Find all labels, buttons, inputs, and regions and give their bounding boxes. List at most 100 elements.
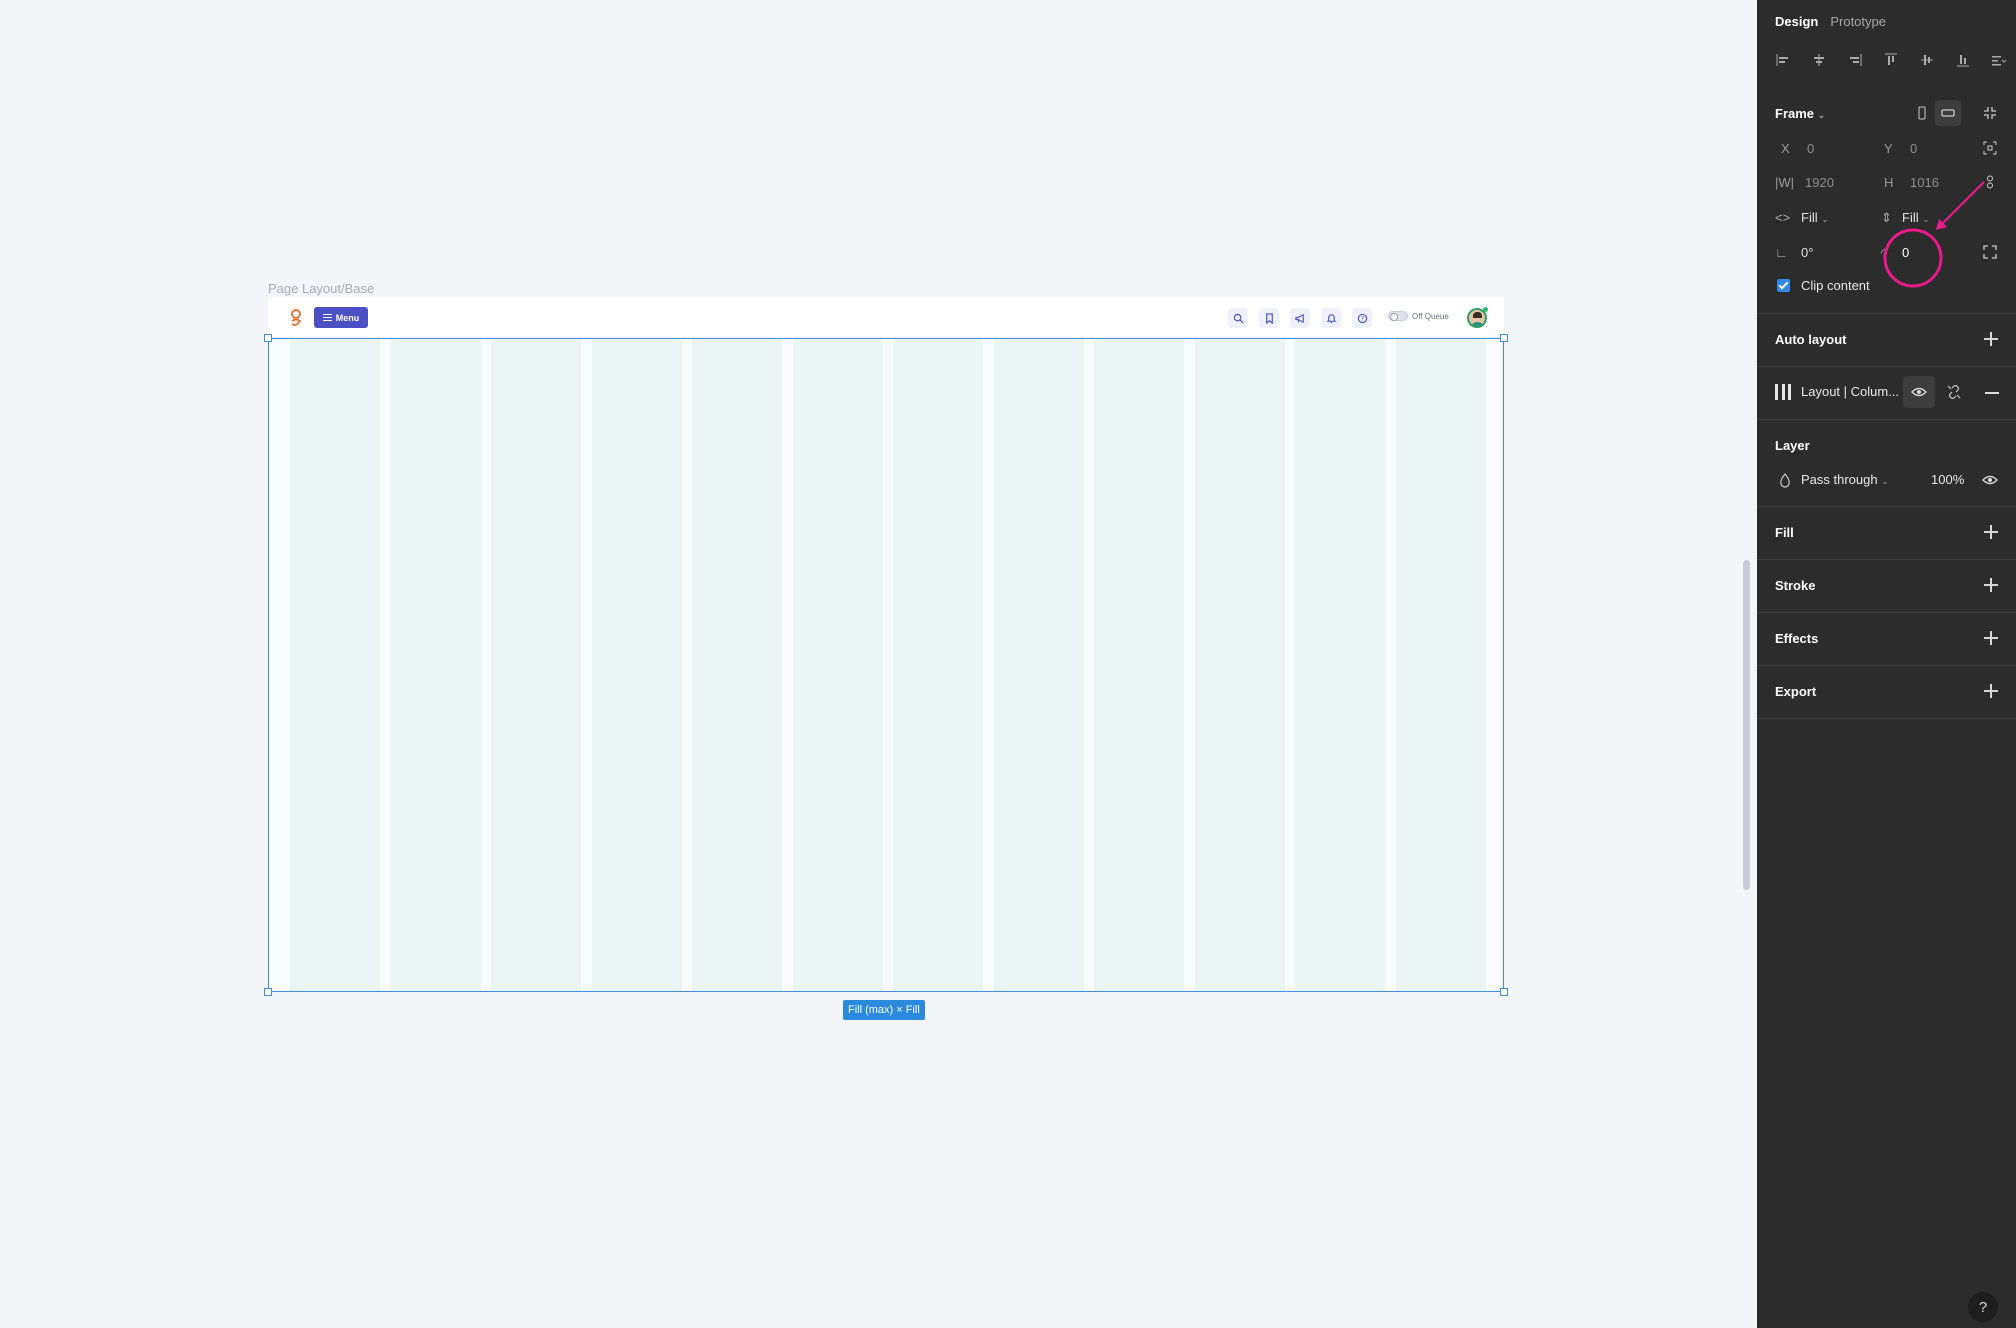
queue-label: Off Queue [1412, 311, 1449, 321]
portrait-orientation-icon[interactable] [1914, 105, 1930, 121]
constraints-icon[interactable] [1982, 140, 1998, 156]
layer-section-title: Layer [1775, 438, 1810, 453]
independent-corners-icon[interactable] [1982, 244, 1998, 260]
alignment-toolbar [1775, 52, 2007, 68]
layout-grid-column [893, 338, 983, 992]
bookmark-icon[interactable] [1259, 308, 1279, 328]
h-label: H [1884, 175, 1894, 190]
align-right-icon[interactable] [1847, 52, 1863, 68]
layout-grid-column [1395, 338, 1486, 992]
online-status-dot [1483, 307, 1488, 312]
add-fill-icon[interactable] [1984, 525, 1998, 539]
help-button[interactable]: ? [1968, 1292, 1998, 1322]
height-field[interactable]: H 1016 [1884, 175, 1939, 190]
blend-mode-select[interactable]: Pass through ⌄ [1801, 472, 1889, 487]
divider [1757, 718, 2016, 719]
horizontal-resizing-value: Fill [1801, 210, 1818, 225]
menu-button[interactable]: Menu [314, 307, 368, 328]
w-value: 1920 [1805, 175, 1834, 190]
queue-toggle[interactable]: Off Queue [1388, 311, 1449, 321]
w-label-text: W [1778, 175, 1791, 190]
rotation-field[interactable]: ∟ 0° [1775, 245, 1813, 260]
horizontal-resizing-select[interactable]: <> Fill ⌄ [1775, 210, 1829, 225]
landscape-orientation-button[interactable] [1935, 100, 1961, 126]
frame-title-label: Frame [1775, 106, 1815, 121]
detach-link-icon [1947, 385, 1961, 399]
constrain-proportions-icon[interactable] [1982, 174, 1998, 190]
corner-radius-field[interactable]: ◜ 0 [1881, 245, 1909, 261]
add-auto-layout-icon[interactable] [1984, 332, 1998, 346]
remove-grid-icon[interactable] [1985, 392, 1999, 394]
design-canvas[interactable]: Page Layout/Base Menu ? Off Queue Fill (… [0, 0, 1757, 1328]
x-value: 0 [1807, 141, 1815, 156]
layout-grid-area [268, 338, 1504, 992]
layout-grid-column [591, 338, 682, 992]
eye-icon[interactable] [1982, 472, 1998, 488]
megaphone-icon[interactable] [1290, 308, 1310, 328]
align-left-icon[interactable] [1775, 52, 1791, 68]
size-badge: Fill (max) × Fill [843, 1000, 925, 1020]
vertical-resize-icon: ⇕ [1881, 210, 1892, 225]
rotation-icon: ∟ [1775, 245, 1788, 260]
y-value: 0 [1910, 141, 1918, 156]
frame-name-label[interactable]: Page Layout/Base [268, 281, 374, 296]
tab-prototype[interactable]: Prototype [1830, 14, 1886, 29]
toggle-switch[interactable] [1388, 311, 1408, 321]
add-effect-icon[interactable] [1984, 631, 1998, 645]
add-stroke-icon[interactable] [1984, 578, 1998, 592]
panel-tabs: Design Prototype [1775, 14, 1886, 29]
divider [1757, 612, 2016, 613]
bell-icon[interactable] [1321, 308, 1341, 328]
chevron-down-icon: ⌄ [1817, 110, 1826, 120]
divider [1757, 559, 2016, 560]
layout-grid-icon [1775, 384, 1791, 400]
y-label: Y [1884, 141, 1893, 156]
auto-layout-title: Auto layout [1775, 332, 1847, 347]
stroke-section-title: Stroke [1775, 578, 1816, 593]
clip-content-checkbox[interactable] [1777, 279, 1790, 292]
blend-mode-icon [1780, 473, 1790, 488]
search-icon[interactable] [1228, 308, 1248, 328]
layout-grid-column [692, 338, 782, 992]
app-topbar: Menu ? Off Queue [268, 297, 1504, 338]
page-layout-frame[interactable]: Menu ? Off Queue [268, 297, 1504, 992]
vertical-resizing-value: Fill [1902, 210, 1919, 225]
layout-grid-column [491, 338, 581, 992]
layout-grid-column [290, 338, 380, 992]
rotation-value: 0° [1801, 245, 1814, 260]
layout-grid-column [1295, 338, 1385, 992]
x-label: X [1781, 141, 1790, 156]
chevron-down-icon: ⌄ [1922, 214, 1930, 224]
distribute-menu-icon[interactable] [1991, 52, 2007, 68]
resize-to-fit-icon[interactable] [1982, 105, 1998, 121]
h-value: 1016 [1910, 175, 1939, 190]
help-icon[interactable]: ? [1352, 308, 1372, 328]
width-field[interactable]: |W| 1920 [1775, 175, 1834, 190]
corner-radius-value: 0 [1902, 245, 1910, 260]
effects-section-title: Effects [1775, 631, 1819, 646]
divider [1757, 313, 2016, 314]
align-horizontal-center-icon[interactable] [1811, 52, 1827, 68]
eye-icon [1911, 387, 1927, 397]
chevron-down-icon: ⌄ [1881, 476, 1889, 486]
clip-content-label: Clip content [1801, 278, 1870, 293]
toggle-grid-visibility-button[interactable] [1903, 376, 1935, 408]
layout-grid-column [390, 338, 481, 992]
layout-grid-label[interactable]: Layout | Colum... [1801, 384, 1899, 399]
detach-style-button[interactable] [1938, 376, 1970, 408]
y-field[interactable]: Y0 [1884, 141, 1917, 156]
vertical-resizing-select[interactable]: ⇕ Fill ⌄ [1881, 210, 1930, 226]
svg-text:?: ? [1360, 315, 1363, 322]
canvas-scrollbar[interactable] [1743, 560, 1750, 890]
frame-section-title[interactable]: Frame ⌄ [1775, 106, 1825, 121]
x-field[interactable]: X0 [1781, 141, 1814, 156]
tab-design[interactable]: Design [1775, 14, 1818, 29]
align-top-icon[interactable] [1883, 52, 1899, 68]
opacity-field[interactable]: 100% [1931, 472, 1964, 487]
divider [1757, 665, 2016, 666]
align-vertical-center-icon[interactable] [1919, 52, 1935, 68]
align-bottom-icon[interactable] [1955, 52, 1971, 68]
add-export-icon[interactable] [1984, 684, 1998, 698]
landscape-orientation-icon [1941, 109, 1955, 117]
divider [1757, 366, 2016, 367]
